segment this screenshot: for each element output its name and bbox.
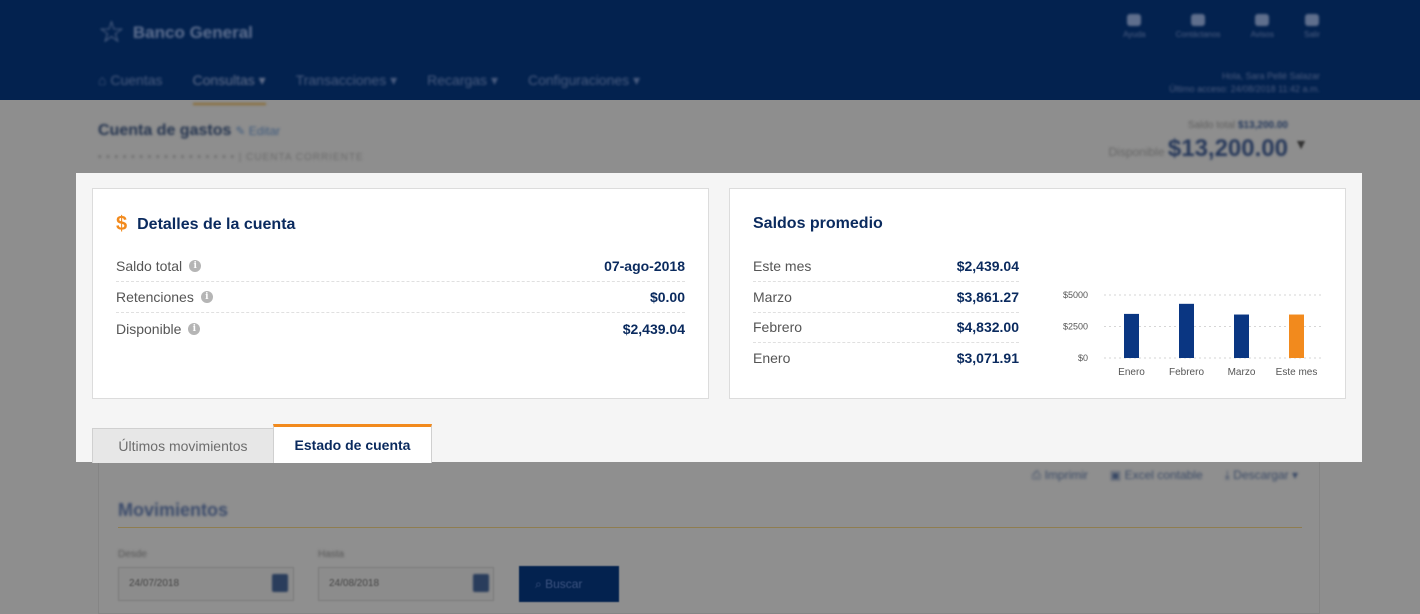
tab-estado-de-cuenta[interactable]: Estado de cuenta xyxy=(273,424,432,463)
nav-cuentas[interactable]: ⌂ Cuentas xyxy=(98,72,163,105)
top-navbar: ☆ Banco General ⌂ Cuentas Consultas ▾ Tr… xyxy=(0,0,1420,105)
chat-icon xyxy=(1191,14,1206,26)
detail-row-disponible: Disponible i $2,439.04 xyxy=(116,320,685,337)
help-button[interactable]: Ayuda xyxy=(1123,14,1146,39)
chart-bar xyxy=(1234,314,1249,358)
calendar-icon[interactable] xyxy=(473,574,489,592)
chart-x-tick-label: Marzo xyxy=(1228,367,1256,378)
search-button[interactable]: ⌕ Buscar xyxy=(519,566,619,602)
tab-ultimos-movimientos[interactable]: Últimos movimientos xyxy=(92,428,274,463)
detail-row-retenciones: Retenciones i $0.00 xyxy=(116,282,685,313)
chart-bar xyxy=(1289,314,1304,358)
desde-input[interactable]: 24/07/2018 xyxy=(118,567,294,601)
account-title: Cuenta de gastos ✎ Editar xyxy=(98,122,281,139)
spotlight-panel: $ Detalles de la cuenta Saldo total i 07-… xyxy=(76,173,1362,463)
chart-x-tick-label: Este mes xyxy=(1276,367,1318,378)
chart-y-tick-label: $0 xyxy=(1078,353,1088,363)
average-balances-card: Saldos promedio Este mes $2,439.04 Marzo… xyxy=(729,188,1346,399)
hasta-label: Hasta xyxy=(318,549,345,560)
account-details-card: $ Detalles de la cuenta Saldo total i 07-… xyxy=(92,188,709,399)
print-button[interactable]: ⎙ Imprimir xyxy=(1032,468,1088,483)
search-icon: ⌕ xyxy=(535,577,542,591)
avg-row: Marzo $3,861.27 xyxy=(753,282,1019,313)
star-logo-icon: ☆ xyxy=(98,16,125,49)
account-header: Cuenta de gastos ✎ Editar • • • • • • • •… xyxy=(98,122,364,163)
account-dropdown-icon[interactable]: ▼ xyxy=(1294,136,1308,152)
hasta-input[interactable]: 24/08/2018 xyxy=(318,567,494,601)
desde-label: Desde xyxy=(118,549,147,560)
nav-configuraciones[interactable]: Configuraciones ▾ xyxy=(528,72,640,105)
nav-transacciones[interactable]: Transacciones ▾ xyxy=(296,72,397,105)
help-icon xyxy=(1127,14,1142,26)
download-button[interactable]: ⤓ Descargar ▾ xyxy=(1225,468,1298,483)
main-nav: ⌂ Cuentas Consultas ▾ Transacciones ▾ Re… xyxy=(98,72,640,105)
calendar-icon[interactable] xyxy=(272,574,288,592)
avg-row: Este mes $2,439.04 xyxy=(753,251,1019,282)
chart-y-tick-label: $2500 xyxy=(1063,322,1088,332)
account-subtitle: • • • • • • • • • • • • • • • • • | CUEN… xyxy=(98,152,364,163)
brand-name: Banco General xyxy=(132,23,253,42)
bell-icon xyxy=(1255,14,1270,26)
chart-y-tick-label: $5000 xyxy=(1063,290,1088,300)
avg-row: Enero $3,071.91 xyxy=(753,349,1019,366)
logout-button[interactable]: Salir xyxy=(1304,14,1320,39)
dollar-icon: $ xyxy=(116,213,128,235)
contact-button[interactable]: Contáctanos xyxy=(1176,14,1221,39)
avg-row: Febrero $4,832.00 xyxy=(753,312,1019,343)
user-info: Hola, Sara Pellé Salazar Último acceso: … xyxy=(1169,71,1320,94)
alerts-button[interactable]: Avisos xyxy=(1251,14,1274,39)
excel-button[interactable]: ▣ Excel contable xyxy=(1110,468,1203,483)
chart-bar xyxy=(1124,313,1139,358)
detail-row-saldo-total: Saldo total i 07-ago-2018 xyxy=(116,251,685,282)
movements-title: Movimientos xyxy=(118,500,229,520)
info-icon[interactable]: i xyxy=(200,291,213,303)
logout-icon xyxy=(1304,14,1319,26)
chart-bar xyxy=(1179,303,1194,358)
statement-actions: ⎙ Imprimir ▣ Excel contable ⤓ Descargar … xyxy=(1032,468,1298,483)
edit-link[interactable]: ✎ Editar xyxy=(235,124,280,138)
average-balance-chart: $0 $2500 $5000 Enero Febrero Marzo Este mes xyxy=(1063,290,1324,378)
home-icon: ⌂ xyxy=(98,72,107,88)
divider xyxy=(118,527,1302,528)
avg-card-title: Saldos promedio xyxy=(753,215,883,232)
chart-x-tick-label: Enero xyxy=(1118,367,1145,378)
pencil-icon: ✎ xyxy=(235,124,246,138)
info-icon[interactable]: i xyxy=(188,322,201,335)
info-icon[interactable]: i xyxy=(189,260,202,272)
details-card-title: $ Detalles de la cuenta xyxy=(116,213,296,235)
top-icons: Ayuda Contáctanos Avisos Salir xyxy=(1123,14,1320,39)
nav-recargas[interactable]: Recargas ▾ xyxy=(427,72,498,105)
account-balance: Saldo total $13,200.00 Disponible $13,20… xyxy=(1108,120,1288,162)
chart-x-tick-label: Febrero xyxy=(1169,367,1204,378)
nav-consultas[interactable]: Consultas ▾ xyxy=(192,72,266,105)
brand-logo[interactable]: ☆ Banco General xyxy=(98,18,253,48)
